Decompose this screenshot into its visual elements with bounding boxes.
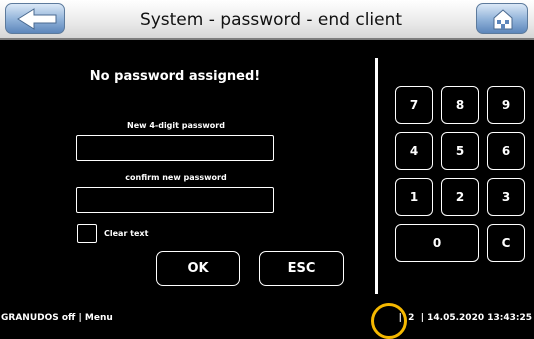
keypad-key-0[interactable]: 0 [395,224,479,262]
back-button[interactable] [5,3,65,34]
confirm-password-label: confirm new password [125,173,227,182]
keypad-key-clear[interactable]: C [487,224,525,262]
title-bar: System - password - end client [0,0,534,40]
new-password-label: New 4-digit password [127,121,225,130]
confirm-password-field[interactable] [76,187,274,213]
home-button[interactable] [476,3,528,34]
keypad-key-1[interactable]: 1 [395,178,433,216]
panel-divider [375,58,378,294]
keypad-key-8[interactable]: 8 [441,86,479,124]
keypad-key-2[interactable]: 2 [441,178,479,216]
keypad-key-9[interactable]: 9 [487,86,525,124]
new-password-field[interactable] [76,135,274,161]
keypad-key-5[interactable]: 5 [441,132,479,170]
clear-text-checkbox[interactable] [77,224,97,243]
page-title: System - password - end client [139,10,403,30]
keypad-key-3[interactable]: 3 [487,178,525,216]
highlight-circle [371,303,407,339]
keypad-key-7[interactable]: 7 [395,86,433,124]
esc-button[interactable]: ESC [259,251,344,286]
status-bar-text[interactable]: GRANUDOS off | Menu [1,313,113,323]
clear-text-label: Clear text [104,229,149,238]
back-arrow-icon [17,8,57,30]
keypad-key-4[interactable]: 4 [395,132,433,170]
ok-button[interactable]: OK [156,251,240,286]
status-bar-right: | 2 | 14.05.2020 13:43:25 [399,313,532,323]
datetime-display: 14.05.2020 13:43:25 [427,313,532,323]
password-status-message: No password assigned! [89,69,261,84]
keypad-key-6[interactable]: 6 [487,132,525,170]
home-icon [493,9,513,30]
